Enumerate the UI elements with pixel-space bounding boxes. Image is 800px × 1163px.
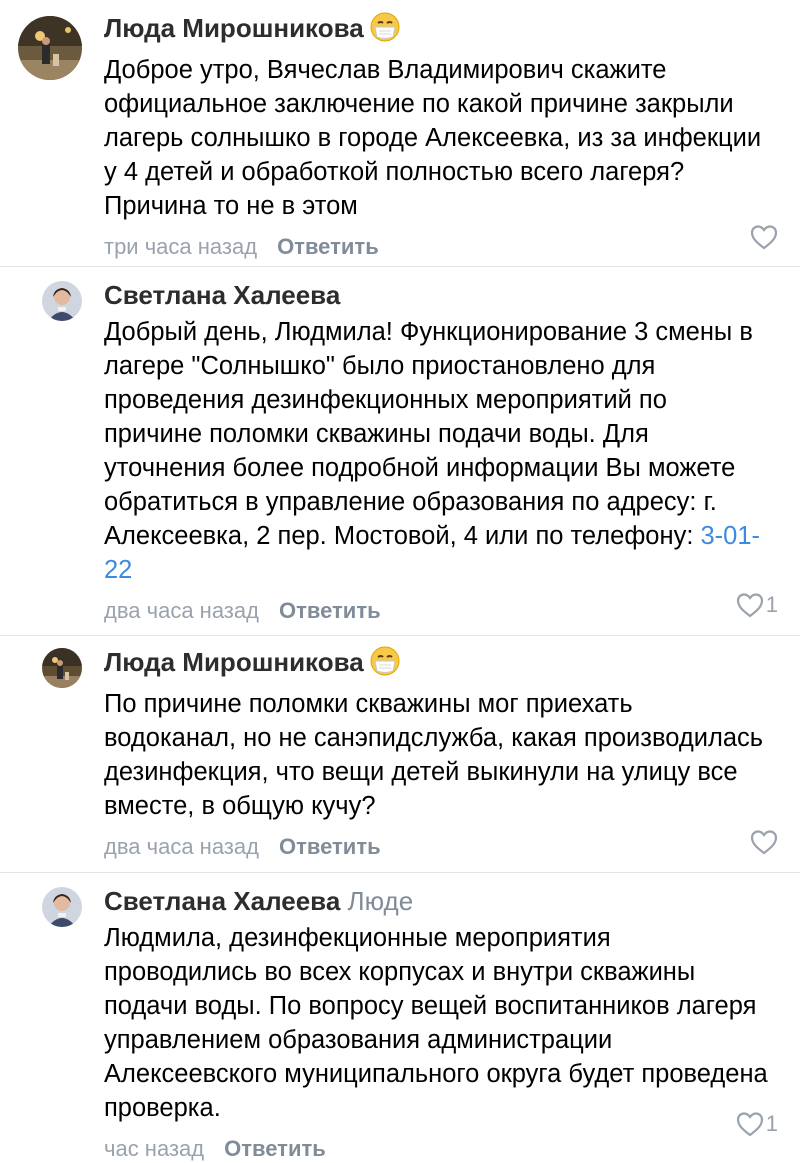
like-button[interactable]: 1 — [736, 1111, 778, 1137]
comment-author[interactable]: Люда Мирошникова — [104, 12, 770, 49]
comment-time: три часа назад — [104, 234, 258, 259]
reply-to-label[interactable]: Люде — [348, 886, 414, 916]
comment-meta: два часа назад Ответить — [104, 597, 770, 625]
comment-text: Добрый день, Людмила! Функционирование 3… — [104, 315, 770, 587]
comment: Люда Мирошникова Доброе утро, Вячеслав В… — [0, 0, 800, 267]
reply-button[interactable]: Ответить — [224, 1136, 326, 1161]
author-name[interactable]: Светлана Халеева — [104, 886, 340, 916]
comment-author[interactable]: Светлана Халеева — [104, 279, 770, 311]
comment: Светлана Халеева Люде Людмила, дезинфекц… — [0, 873, 800, 1161]
author-name[interactable]: Люда Мирошникова — [104, 13, 364, 43]
comment-text-body: Добрый день, Людмила! Функционирование 3… — [104, 318, 753, 550]
face-with-medical-mask-icon — [370, 12, 400, 49]
like-button[interactable] — [750, 224, 778, 250]
comment-time: два часа назад — [104, 834, 259, 859]
comment: Люда Мирошникова По причине поломки сква… — [0, 636, 800, 873]
comment-text: Доброе утро, Вячеслав Владимирович скажи… — [104, 56, 762, 220]
avatar[interactable] — [42, 648, 82, 688]
heart-icon — [750, 830, 778, 855]
author-name[interactable]: Светлана Халеева — [104, 280, 340, 310]
comment-time: два часа назад — [104, 598, 259, 623]
like-count: 1 — [765, 592, 778, 617]
comment-author[interactable]: Светлана Халеева Люде — [104, 885, 770, 917]
like-count: 1 — [765, 1111, 778, 1136]
like-button[interactable]: 1 — [736, 592, 778, 618]
avatar[interactable] — [42, 887, 82, 927]
comment-meta: два часа назад Ответить — [104, 833, 770, 861]
comment-meta: три часа назад Ответить — [104, 233, 770, 261]
comment-text: Людмила, дезинфекционные мероприятия про… — [104, 924, 768, 1122]
reply-button[interactable]: Ответить — [277, 234, 379, 259]
reply-button[interactable]: Ответить — [279, 834, 381, 859]
comment-meta: час назад Ответить — [104, 1135, 770, 1163]
comment: Светлана Халеева Добрый день, Людмила! Ф… — [0, 267, 800, 636]
comment-author[interactable]: Люда Мирошникова — [104, 646, 770, 683]
like-button[interactable] — [750, 829, 778, 855]
avatar[interactable] — [18, 16, 82, 80]
avatar[interactable] — [42, 281, 82, 321]
comment-time: час назад — [104, 1136, 205, 1161]
heart-icon — [750, 225, 778, 250]
reply-button[interactable]: Ответить — [279, 598, 381, 623]
author-name[interactable]: Люда Мирошникова — [104, 647, 364, 677]
comment-text: По причине поломки скважины мог приехать… — [104, 690, 764, 820]
heart-icon — [736, 593, 763, 618]
face-with-medical-mask-icon — [370, 646, 400, 683]
heart-icon — [736, 1112, 763, 1137]
